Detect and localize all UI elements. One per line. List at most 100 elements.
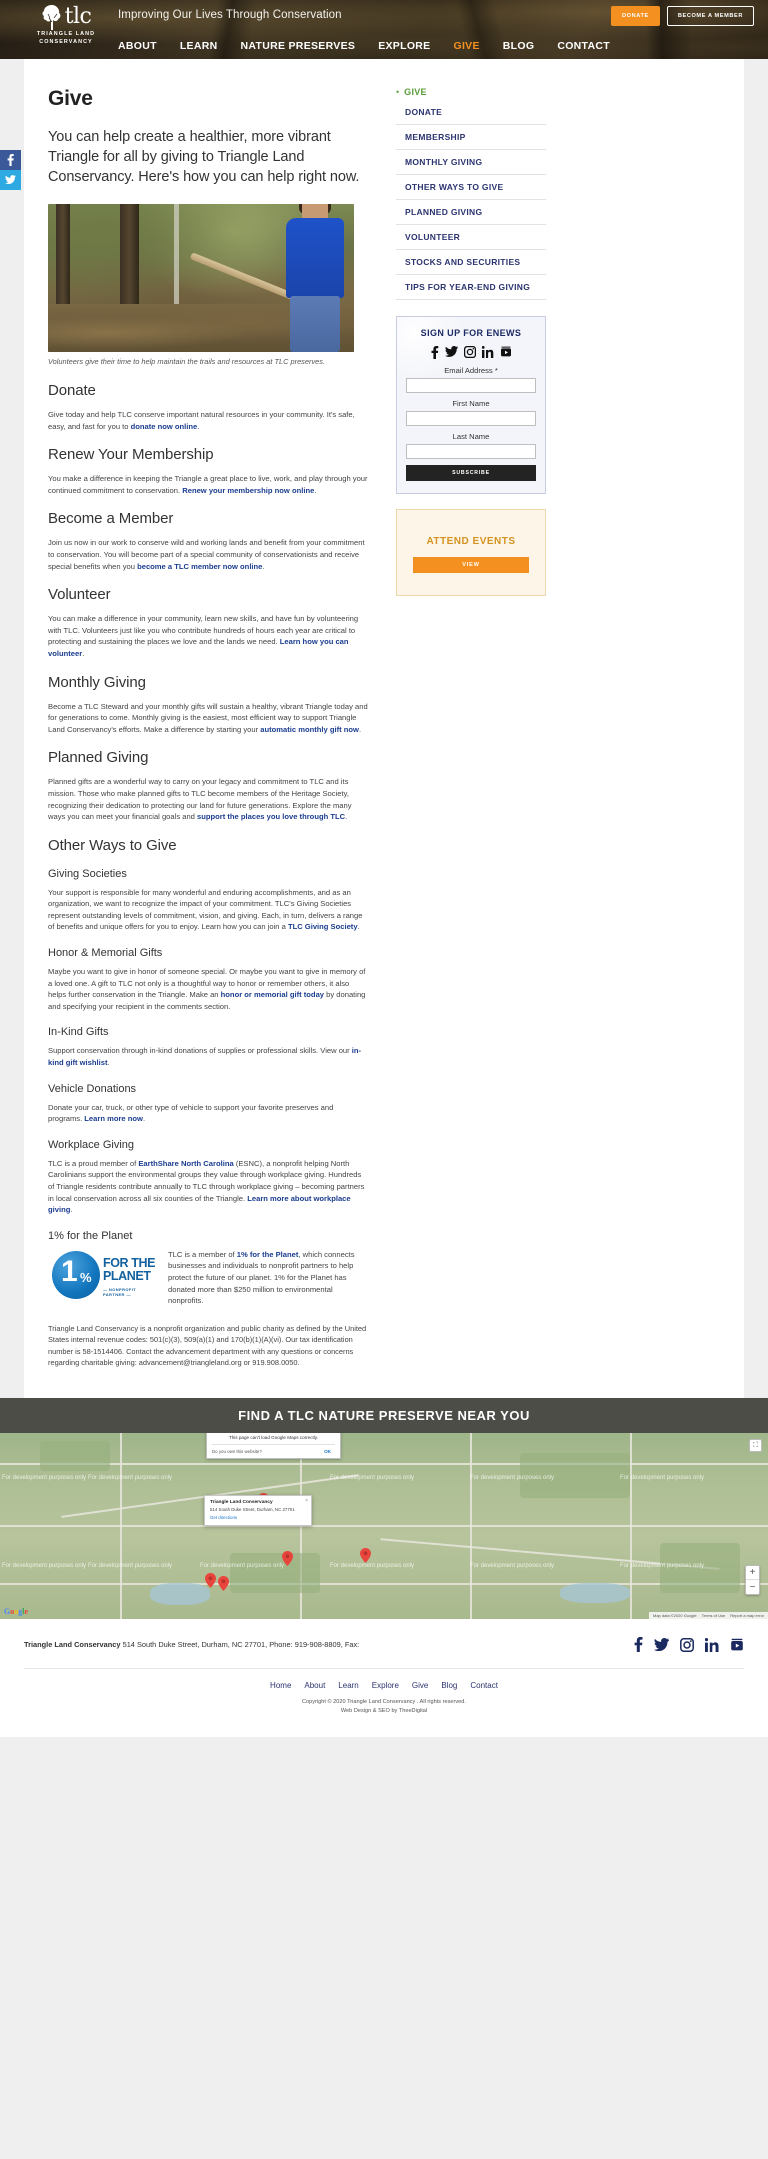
copyright-line-1: Copyright © 2020 Triangle Land Conservan… [302,1699,466,1706]
subsection-heading-workplace-giving: Workplace Giving [48,1138,134,1151]
footer-nav-home[interactable]: Home [270,1681,291,1690]
map-watermark: For development purposes only [88,1475,173,1482]
map-zoom-controls: + − [745,1565,760,1596]
link-learn-more-vehicle[interactable]: Learn more now [84,1114,143,1123]
map-pin[interactable] [205,1573,216,1589]
nav-item-about[interactable]: ABOUT [118,40,157,52]
footer-copyright: Copyright © 2020 Triangle Land Conservan… [24,1698,744,1729]
sidebar-item-tips-year-end-giving[interactable]: TIPS FOR YEAR-END GIVING [396,275,546,299]
map-watermark: For development purposes only [470,1563,555,1570]
planet-logo-percent: % [80,1269,92,1285]
sidebar-item-membership[interactable]: MEMBERSHIP [396,125,546,149]
bubble-directions-link[interactable]: Get directions [210,1515,306,1520]
zoom-out-button[interactable]: − [746,1580,759,1594]
instagram-icon[interactable] [463,346,476,359]
list-item: OTHER WAYS TO GIVE [396,175,546,200]
footer-nav-contact[interactable]: Contact [470,1681,498,1690]
footer-nav-give[interactable]: Give [412,1681,428,1690]
planet-logo-tagline: — NONPROFIT PARTNER — [103,1286,137,1297]
bubble-address: 514 South Duke Street, Durham, NC 27701 [210,1507,295,1513]
footer-social-icons [634,1637,744,1653]
map-title-bar: FIND A TLC NATURE PRESERVE NEAR YOU [0,1398,768,1434]
sidebar-item-volunteer[interactable]: VOLUNTEER [396,225,546,249]
facebook-icon[interactable] [634,1637,643,1653]
map-pin[interactable] [360,1548,371,1564]
list-item: STOCKS AND SECURITIES [396,250,546,275]
linkedin-icon[interactable] [481,346,494,359]
youtube-icon[interactable] [730,1638,744,1652]
nav-item-blog[interactable]: BLOG [503,40,535,52]
sidebar-item-donate[interactable]: DONATE [396,100,546,124]
link-become-member[interactable]: become a TLC member now online [137,562,262,571]
planet-logo-text: FOR THE PLANET [103,1256,155,1283]
sidebar-item-planned-giving[interactable]: PLANNED GIVING [396,200,546,224]
map-watermark: For development purposes only [330,1563,415,1570]
legal-disclaimer: Triangle Land Conservancy is a nonprofit… [48,1323,367,1367]
email-input[interactable] [406,378,536,393]
nav-item-contact[interactable]: CONTACT [557,40,610,52]
link-earthshare-nc[interactable]: EarthShare North Carolina [138,1159,233,1168]
twitter-icon[interactable] [444,346,458,359]
map-terms-link[interactable]: Terms of Use [702,1613,726,1618]
text: . [345,812,348,822]
sidebar-item-stocks-and-securities[interactable]: STOCKS AND SECURITIES [396,250,546,274]
linkedin-icon[interactable] [705,1637,719,1652]
link-renew-membership[interactable]: Renew your membership now online [182,486,314,495]
zoom-in-button[interactable]: + [746,1566,759,1581]
email-label: Email Address * [444,366,498,375]
map-report-error-link[interactable]: Report a map error [730,1613,764,1618]
link-support-places-you-love[interactable]: support the places you love through TLC [197,812,345,821]
link-automatic-monthly-gift[interactable]: automatic monthly gift now [260,725,359,734]
link-donate-now-online[interactable]: donate now online [131,422,198,431]
main-column: Give You can help create a healthier, mo… [48,87,378,1368]
list-item: VOLUNTEER [396,225,546,250]
subsection-body-giving-societies: Your support is responsible for many won… [48,887,368,933]
nav-item-explore[interactable]: EXPLORE [378,40,430,52]
first-name-label: First Name [452,399,490,408]
subscribe-button[interactable]: SUBSCRIBE [406,465,536,481]
section-body-donate: Give today and help TLC conserve importa… [48,409,368,432]
nav-item-give[interactable]: GIVE [453,40,479,52]
attend-events-widget: ATTEND EVENTS VIEW [396,509,546,596]
page-title: Give [48,87,93,110]
nav-item-nature-preserves[interactable]: NATURE PRESERVES [241,40,356,52]
fullscreen-icon[interactable]: ⛶ [749,1439,762,1453]
close-icon[interactable]: × [305,1498,308,1504]
link-honor-memorial-gift[interactable]: honor or memorial gift today [221,990,324,999]
link-tlc-giving-society[interactable]: TLC Giving Society [288,922,358,931]
gmaps-error-banner: This page can't load Google Maps correct… [206,1433,341,1460]
footer-nav-about[interactable]: About [304,1681,325,1690]
subsection-body-honor-memorial: Maybe you want to give in honor of someo… [48,966,368,1012]
facebook-icon[interactable] [431,346,439,359]
youtube-icon[interactable] [500,346,512,359]
first-name-input[interactable] [406,411,536,426]
become-member-button[interactable]: BECOME A MEMBER [666,6,754,26]
sidebar: • GIVE DONATE MEMBERSHIP MONTHLY GIVING … [396,87,546,1368]
map-watermark: For development purposes only [620,1475,705,1482]
bubble-title: Triangle Land Conservancy [210,1500,273,1506]
footer-nav-explore[interactable]: Explore [372,1681,399,1690]
twitter-icon[interactable] [654,1638,669,1652]
footer-nav-learn[interactable]: Learn [338,1681,358,1690]
share-twitter-icon[interactable] [0,170,21,190]
planet-logo-line2: PLANET [103,1268,151,1283]
footer-nav-blog[interactable]: Blog [441,1681,457,1690]
gmaps-ok-button[interactable]: OK [324,1449,335,1454]
list-item: MEMBERSHIP [396,125,546,150]
google-map[interactable]: For development purposes only For develo… [0,1433,768,1620]
nav-item-learn[interactable]: LEARN [180,40,218,52]
photo-caption: Volunteers give their time to help maint… [48,357,326,366]
last-name-input[interactable] [406,444,536,459]
share-facebook-icon[interactable] [0,150,21,170]
sidebar-item-monthly-giving[interactable]: MONTHLY GIVING [396,150,546,174]
link-one-percent-planet[interactable]: 1% for the Planet [237,1250,299,1259]
view-events-button[interactable]: VIEW [413,557,529,573]
planet-logo-numeral: 1 [61,1254,78,1288]
map-pin[interactable] [282,1551,293,1567]
instagram-icon[interactable] [680,1637,694,1652]
map-pin[interactable] [218,1576,229,1592]
section-body-renew-membership: You make a difference in keeping the Tri… [48,473,368,496]
site-logo[interactable]: tlc TRIANGLE LAND CONSERVANCY [27,4,105,46]
sidebar-item-other-ways-to-give[interactable]: OTHER WAYS TO GIVE [396,175,546,199]
donate-button[interactable]: DONATE [611,6,660,26]
